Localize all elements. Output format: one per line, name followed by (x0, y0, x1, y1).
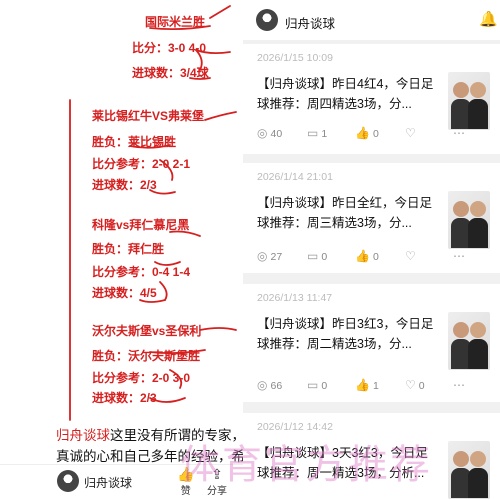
comment-icon: ▭ (307, 378, 319, 392)
prediction-line: 进球数：3/4球 (132, 66, 209, 80)
heart-icon: ♡ (405, 378, 416, 392)
card-stats: ◎ 66 ▭ 0 👍 1 ♡ 0 ⋯ (255, 378, 495, 394)
card-date: 2026/1/13 11:47 (257, 292, 333, 304)
profile-name[interactable]: 归舟谈球 (285, 13, 335, 32)
more-icon: ⋯ (453, 378, 465, 392)
more-button[interactable]: ⋯ (453, 378, 468, 392)
heart-icon: ♡ (405, 126, 416, 140)
more-icon: ⋯ (453, 249, 465, 263)
comment-icon: ▭ (307, 249, 319, 263)
card-date: 2026/1/14 21:01 (257, 171, 333, 183)
favorite-stat[interactable]: ♡ (405, 249, 419, 263)
prediction-line: 科隆vs拜仁慕尼黑 (92, 218, 190, 232)
views-stat: ◎ 27 (257, 249, 283, 263)
prediction-line: 胜负：沃尔夫斯堡胜 (92, 349, 201, 363)
prediction-line: 进球数：4/5 (92, 286, 157, 300)
heart-icon: ♡ (405, 249, 416, 263)
comments-stat[interactable]: ▭ 1 (307, 126, 327, 140)
prediction-line: 比分：3-0 4-0 (132, 41, 207, 55)
feed-card[interactable]: 2026/1/13 11:47 【归舟谈球】昨日3红3，今日足球推荐：周二精选3… (243, 284, 500, 402)
prediction-line: 比分参考：2-0 3-0 (92, 371, 191, 385)
card-title[interactable]: 【归舟谈球】昨日3红3，今日足球推荐：周二精选3场，分... (257, 314, 437, 354)
prediction-line: 国际米兰胜 (145, 15, 206, 29)
more-button[interactable]: ⋯ (453, 126, 468, 140)
views-stat: ◎ 40 (257, 126, 283, 140)
eye-icon: ◎ (257, 249, 268, 263)
card-thumbnail[interactable] (448, 72, 490, 130)
prediction-line: 沃尔夫斯堡vs圣保利 (92, 324, 202, 338)
card-title[interactable]: 【归舟谈球】昨日全红，今日足球推荐：周三精选3场，分... (257, 193, 437, 233)
comment-icon: ▭ (307, 126, 319, 140)
profile-avatar[interactable] (256, 9, 278, 31)
card-date: 2026/1/15 10:09 (257, 52, 333, 64)
eye-icon: ◎ (257, 378, 268, 392)
prediction-line: 胜负：拜仁胜 (92, 242, 165, 256)
left-screenshot-panel: 国际米兰胜 比分：3-0 4-0 进球数：3/4球 莱比锡红牛VS弗莱堡 胜负：… (0, 0, 243, 500)
likes-stat[interactable]: 👍 0 (355, 126, 379, 140)
prediction-line: 胜负：莱比锡胜 (92, 135, 177, 149)
feed-card[interactable]: 2026/1/14 21:01 【归舟谈球】昨日全红，今日足球推荐：周三精选3场… (243, 163, 500, 273)
card-thumbnail[interactable] (448, 191, 490, 249)
prediction-line: 比分参考：2-0 2-1 (92, 157, 191, 171)
author-avatar[interactable] (57, 470, 79, 492)
favorite-stat[interactable]: ♡ (405, 126, 419, 140)
more-button[interactable]: ⋯ (453, 249, 468, 263)
bell-icon[interactable]: 🔔 (479, 10, 498, 28)
brand-name[interactable]: 归舟谈球 (56, 428, 110, 443)
comments-stat[interactable]: ▭ 0 (307, 249, 327, 263)
thumbs-up-icon: 👍 (355, 126, 370, 140)
watermark-text: 体育官方推荐 (180, 442, 432, 487)
author-name[interactable]: 归舟谈球 (84, 474, 132, 491)
views-stat: ◎ 66 (257, 378, 283, 392)
card-thumbnail[interactable] (448, 441, 490, 499)
card-stats: ◎ 27 ▭ 0 👍 0 ♡ ⋯ (255, 249, 495, 265)
thumbs-up-icon: 👍 (355, 249, 370, 263)
thumbs-up-icon: 👍 (355, 378, 370, 392)
prediction-line: 进球数：2/3 (92, 391, 157, 405)
right-feed-panel: 归舟谈球 🔔 2026/1/15 10:09 【归舟谈球】昨日4红4，今日足球推… (243, 0, 500, 500)
favorite-stat[interactable]: ♡ 0 (405, 378, 425, 392)
card-title[interactable]: 【归舟谈球】昨日4红4，今日足球推荐：周四精选3场，分... (257, 74, 437, 114)
comments-stat[interactable]: ▭ 0 (307, 378, 327, 392)
feed-card[interactable]: 2026/1/15 10:09 【归舟谈球】昨日4红4，今日足球推荐：周四精选3… (243, 44, 500, 154)
prediction-line: 比分参考：0-4 1-4 (92, 265, 191, 279)
card-thumbnail[interactable] (448, 312, 490, 370)
card-stats: ◎ 40 ▭ 1 👍 0 ♡ ⋯ (255, 126, 495, 142)
likes-stat[interactable]: 👍 1 (355, 378, 379, 392)
eye-icon: ◎ (257, 126, 268, 140)
likes-stat[interactable]: 👍 0 (355, 249, 379, 263)
profile-header: 归舟谈球 🔔 (243, 0, 500, 40)
more-icon: ⋯ (453, 126, 465, 140)
prediction-line: 莱比锡红牛VS弗莱堡 (92, 109, 205, 123)
prediction-line: 进球数：2/3 (92, 178, 157, 192)
